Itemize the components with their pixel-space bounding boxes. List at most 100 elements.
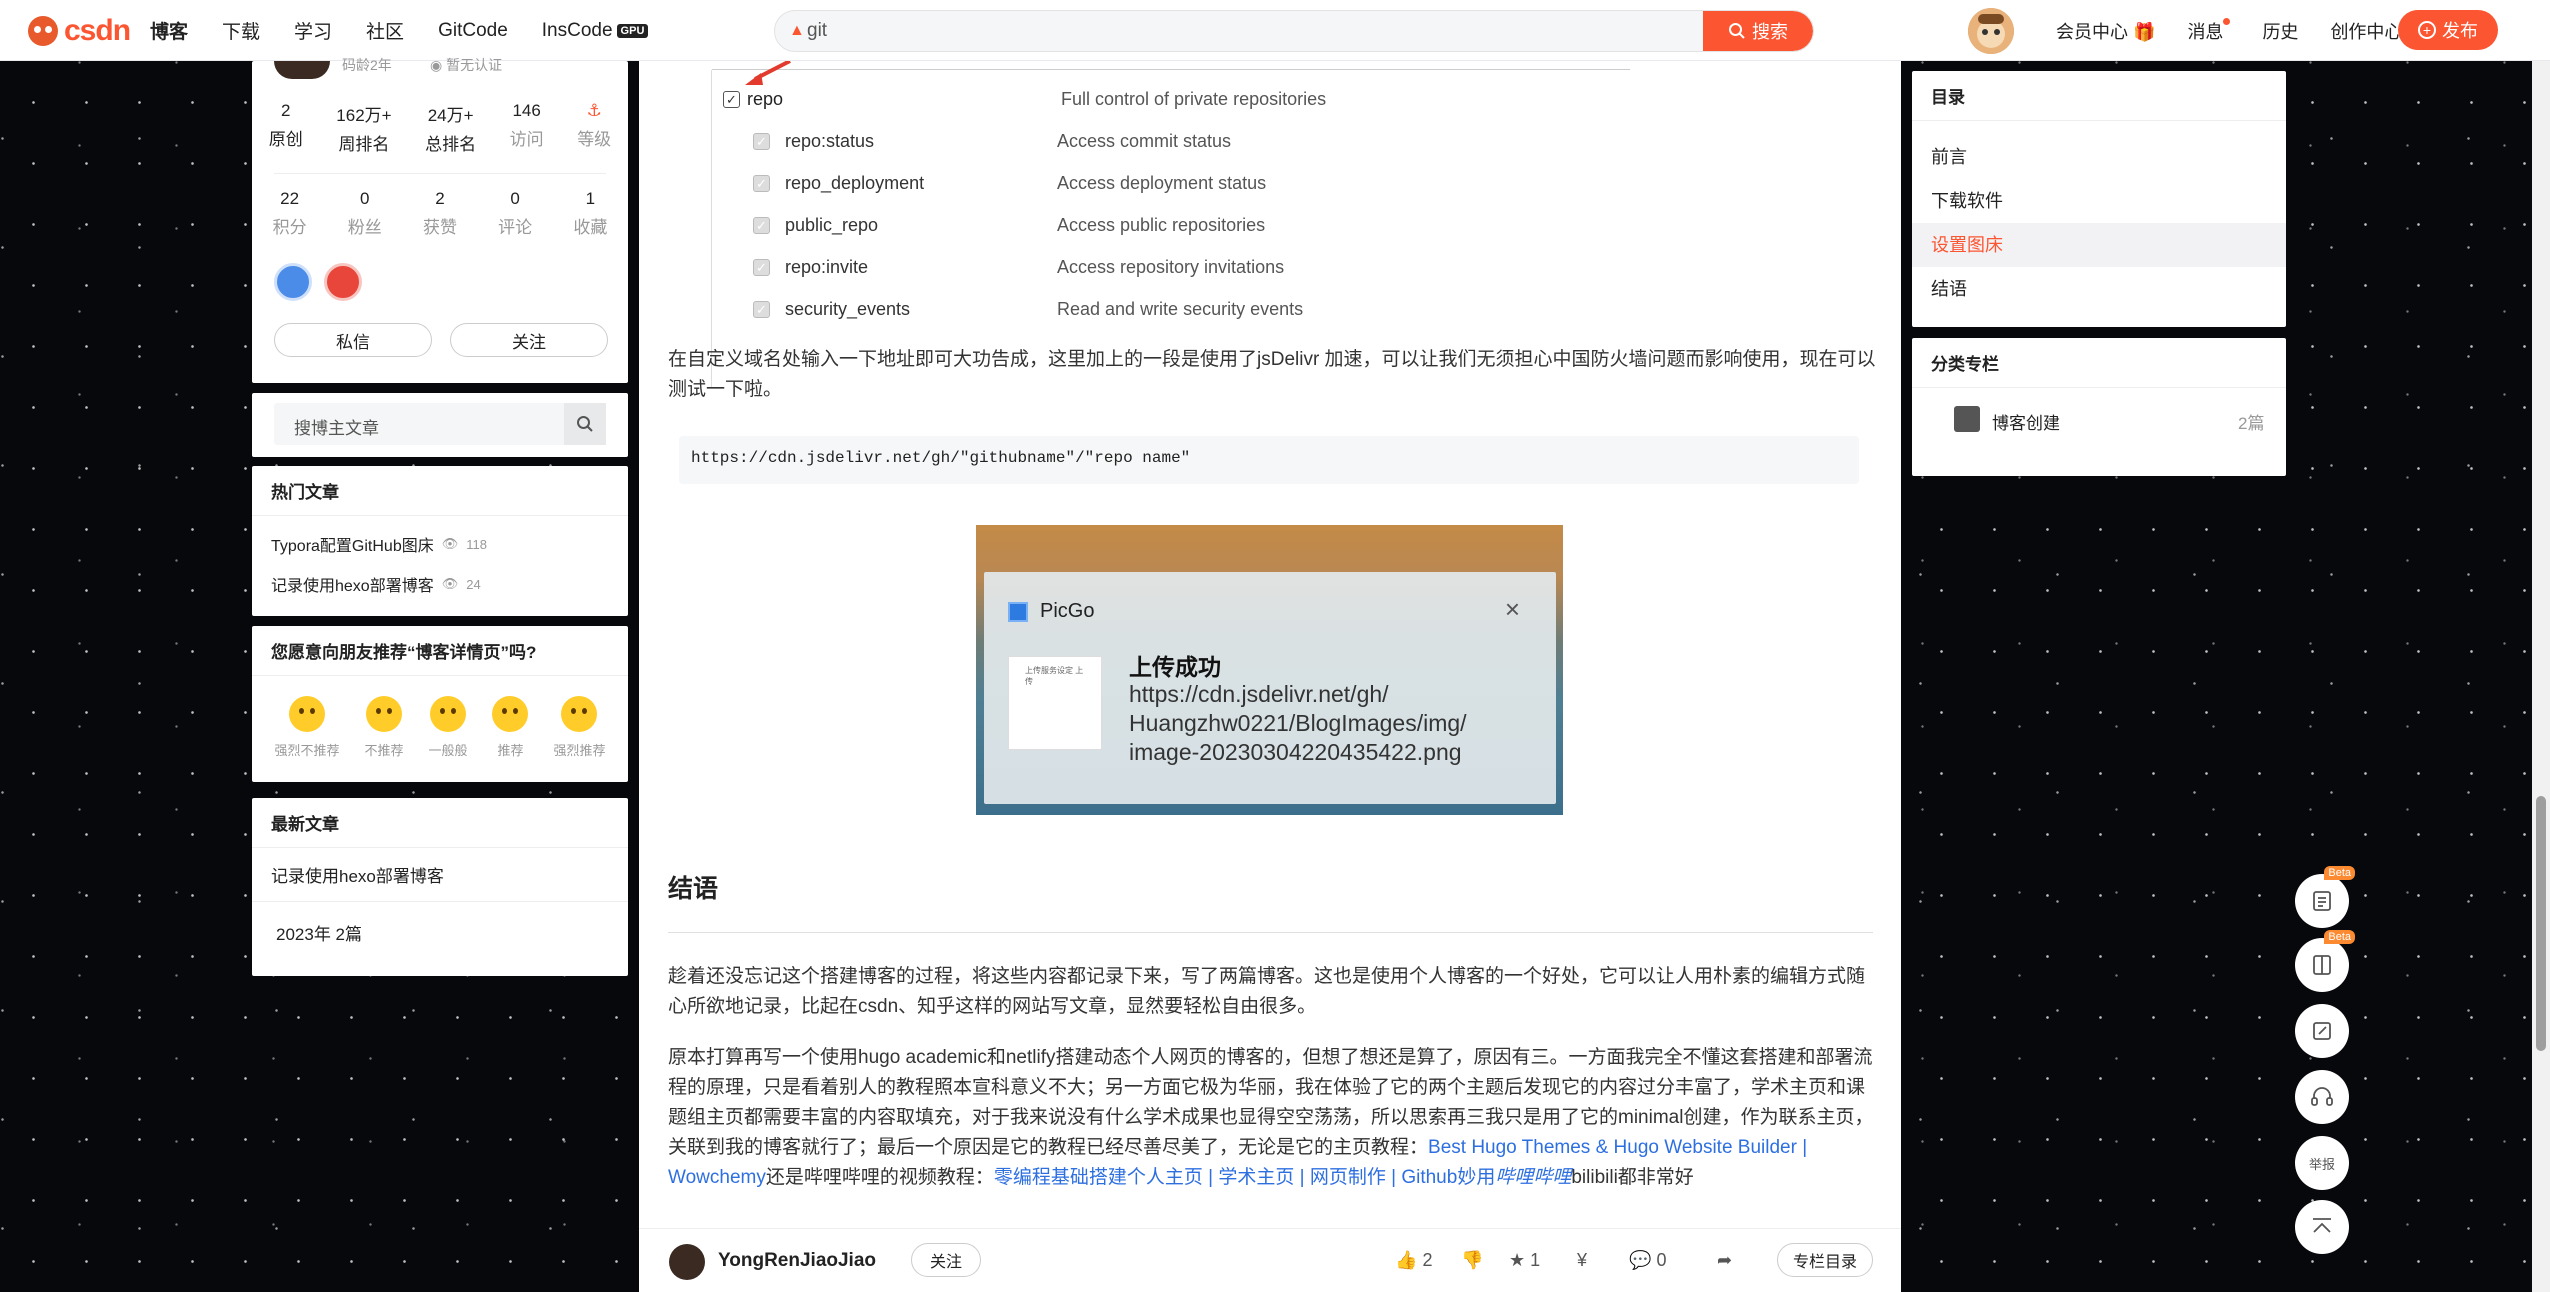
- latest-articles-card: 最新文章 记录使用hexo部署博客 2023年 2篇: [252, 798, 628, 976]
- author-name[interactable]: YongRenJiaoJiao: [718, 1250, 876, 1272]
- option-not[interactable]: 不推荐: [364, 696, 404, 759]
- nav-learn[interactable]: 学习: [294, 17, 332, 44]
- publish-button[interactable]: + 发布: [2398, 10, 2498, 50]
- search-icon: [1729, 23, 1745, 39]
- message-button[interactable]: 私信: [274, 323, 432, 357]
- float-toc-button[interactable]: Beta: [2295, 866, 2355, 928]
- collect-count: 1: [1530, 1250, 1541, 1270]
- nav-community[interactable]: 社区: [366, 17, 404, 44]
- hot-article-item[interactable]: Typora配置GitHub图床 👁 118: [252, 532, 628, 556]
- search-button[interactable]: 搜索: [1703, 11, 1813, 51]
- hot-article-views: 24: [466, 576, 481, 592]
- nav-gitcode[interactable]: GitCode: [438, 20, 508, 42]
- stat-level[interactable]: ⚓ 等级: [577, 101, 611, 155]
- stat-fans[interactable]: 0 粉丝: [348, 189, 382, 238]
- badge-blue-icon[interactable]: [274, 263, 312, 301]
- user-avatar[interactable]: [1968, 8, 2014, 54]
- upload-url: https://cdn.jsdelivr.net/gh/ Huangzhw022…: [1129, 680, 1467, 767]
- search-input[interactable]: [807, 11, 1667, 51]
- comment-button[interactable]: 💬 0: [1629, 1250, 1666, 1271]
- nav-messages-label: 消息: [2187, 21, 2224, 42]
- close-icon: ×: [1504, 594, 1520, 624]
- option-recommend[interactable]: 推荐: [492, 696, 529, 759]
- back-to-top-button[interactable]: [2295, 1200, 2349, 1254]
- paragraph: 在自定义域名处输入一下地址即可大功告成，这里加上的一段是使用了jsDelivr …: [668, 349, 1876, 400]
- nav-inscode[interactable]: InsCode GPU: [542, 20, 649, 42]
- author-avatar[interactable]: [274, 61, 330, 79]
- follow-author-button[interactable]: 关注: [450, 323, 608, 357]
- nav-vip-center[interactable]: 会员中心 🎁: [2056, 18, 2155, 44]
- permission-name: repo_deployment: [785, 173, 925, 193]
- blog-search-card: 搜博主文章: [252, 393, 628, 457]
- code-block: https://cdn.jsdelivr.net/gh/"githubname"…: [679, 436, 1859, 484]
- scrollbar-thumb[interactable]: [2536, 796, 2546, 1051]
- gpu-badge: GPU: [616, 23, 649, 38]
- nav-messages[interactable]: 消息: [2187, 17, 2231, 44]
- neutral-face-icon: [429, 696, 466, 732]
- stat-week-rank[interactable]: 162万+ 周排名: [336, 101, 391, 155]
- reward-icon[interactable]: ¥: [1577, 1250, 1587, 1271]
- beta-badge: Beta: [2324, 930, 2355, 944]
- permission-name: repo:status: [785, 131, 875, 151]
- hot-article-item[interactable]: 记录使用hexo部署博客 👁 24: [252, 572, 628, 596]
- stat-total-rank[interactable]: 24万+ 总排名: [425, 101, 476, 155]
- option-label: 一般般: [428, 743, 468, 758]
- disabled-checkbox: ✓: [753, 133, 770, 150]
- badge-red-icon[interactable]: [324, 263, 362, 301]
- nav-blog[interactable]: 博客: [150, 17, 188, 44]
- toc-item[interactable]: 下载软件: [1912, 179, 2286, 223]
- option-strongly-recommend[interactable]: 强烈推荐: [553, 696, 605, 759]
- stat-original[interactable]: 2 原创: [269, 101, 303, 155]
- latest-article-item[interactable]: 记录使用hexo部署博客: [252, 848, 628, 902]
- stat-label: 等级: [577, 130, 612, 149]
- logo-text: csdn: [64, 14, 131, 47]
- unread-dot: [2223, 17, 2231, 25]
- blog-search-button[interactable]: [564, 403, 606, 445]
- share-icon[interactable]: ➦: [1717, 1250, 1732, 1271]
- top-navbar: csdn 博客 下载 学习 社区 GitCode InsCodeGPU ▲ 搜索…: [0, 0, 2550, 61]
- nav-download[interactable]: 下载: [222, 17, 260, 44]
- hot-article-views: 118: [466, 536, 487, 552]
- collect-button[interactable]: ★ 1: [1509, 1250, 1540, 1271]
- page-scrollbar[interactable]: [2532, 61, 2550, 1292]
- stat-label: 积分: [272, 218, 307, 237]
- category-count: 2篇: [2238, 414, 2265, 433]
- toc-item[interactable]: 前言: [1912, 135, 2286, 179]
- option-neutral[interactable]: 一般般: [428, 696, 468, 759]
- article-action-bar: YongRenJiaoJiao 关注 👍 2 👎 ★ 1 ¥ 💬 0 ➦ 专栏目…: [639, 1228, 1901, 1292]
- author-avatar[interactable]: [669, 1244, 705, 1280]
- toc-item[interactable]: 结语: [1912, 267, 2286, 311]
- toc-card: 目录 前言 下载软件 设置图床 结语: [1912, 71, 2286, 327]
- archive-item[interactable]: 2023年 2篇: [252, 902, 628, 963]
- category-thumb: [1954, 406, 1980, 432]
- nav-history[interactable]: 历史: [2262, 18, 2298, 44]
- stat-value: 2: [435, 189, 445, 208]
- float-report-button[interactable]: 举报: [2295, 1136, 2349, 1190]
- float-column-button[interactable]: Beta: [2295, 930, 2355, 992]
- badge-list: [274, 263, 362, 301]
- thumbs-up-icon: 👍: [1395, 1250, 1418, 1270]
- float-support-button[interactable]: [2295, 1070, 2349, 1124]
- thumbs-down-icon[interactable]: 👎: [1461, 1250, 1483, 1271]
- stat-value: 1: [585, 189, 596, 208]
- nav-creator-center[interactable]: 创作中心: [2330, 18, 2402, 44]
- nav-inscode-label: InsCode: [541, 19, 613, 41]
- profile-card: 码龄2年 ◉ 暂无认证 2 原创 162万+ 周排名 24万+ 总排名 146 访问 ⚓…: [252, 57, 628, 383]
- smile-face-icon: [492, 696, 529, 732]
- blog-search-input[interactable]: 搜博主文章: [294, 414, 379, 439]
- float-edit-button[interactable]: [2295, 1004, 2349, 1058]
- checked-checkbox[interactable]: ✓: [723, 91, 740, 108]
- csdn-logo[interactable]: csdn: [28, 14, 131, 48]
- gift-icon: 🎁: [2133, 21, 2156, 42]
- bilibili-tutorial-link[interactable]: 零编程基础搭建个人主页 | 学术主页 | 网页制作 | Github妙用: [994, 1167, 1495, 1188]
- follow-button[interactable]: 关注: [911, 1243, 981, 1277]
- toc-item-active[interactable]: 设置图床: [1912, 223, 2286, 267]
- latest-articles-title: 最新文章: [252, 798, 628, 848]
- column-toc-button[interactable]: 专栏目录: [1777, 1243, 1873, 1277]
- like-button[interactable]: 👍 2: [1395, 1250, 1432, 1271]
- bilibili-link[interactable]: 哔哩哔哩: [1495, 1167, 1571, 1188]
- main-nav: 博客 下载 学习 社区 GitCode InsCode GPU: [150, 0, 649, 61]
- angry-face-icon: [288, 696, 325, 732]
- option-strongly-not[interactable]: 强烈不推荐: [274, 696, 340, 759]
- category-name[interactable]: 博客创建: [1992, 409, 2060, 434]
